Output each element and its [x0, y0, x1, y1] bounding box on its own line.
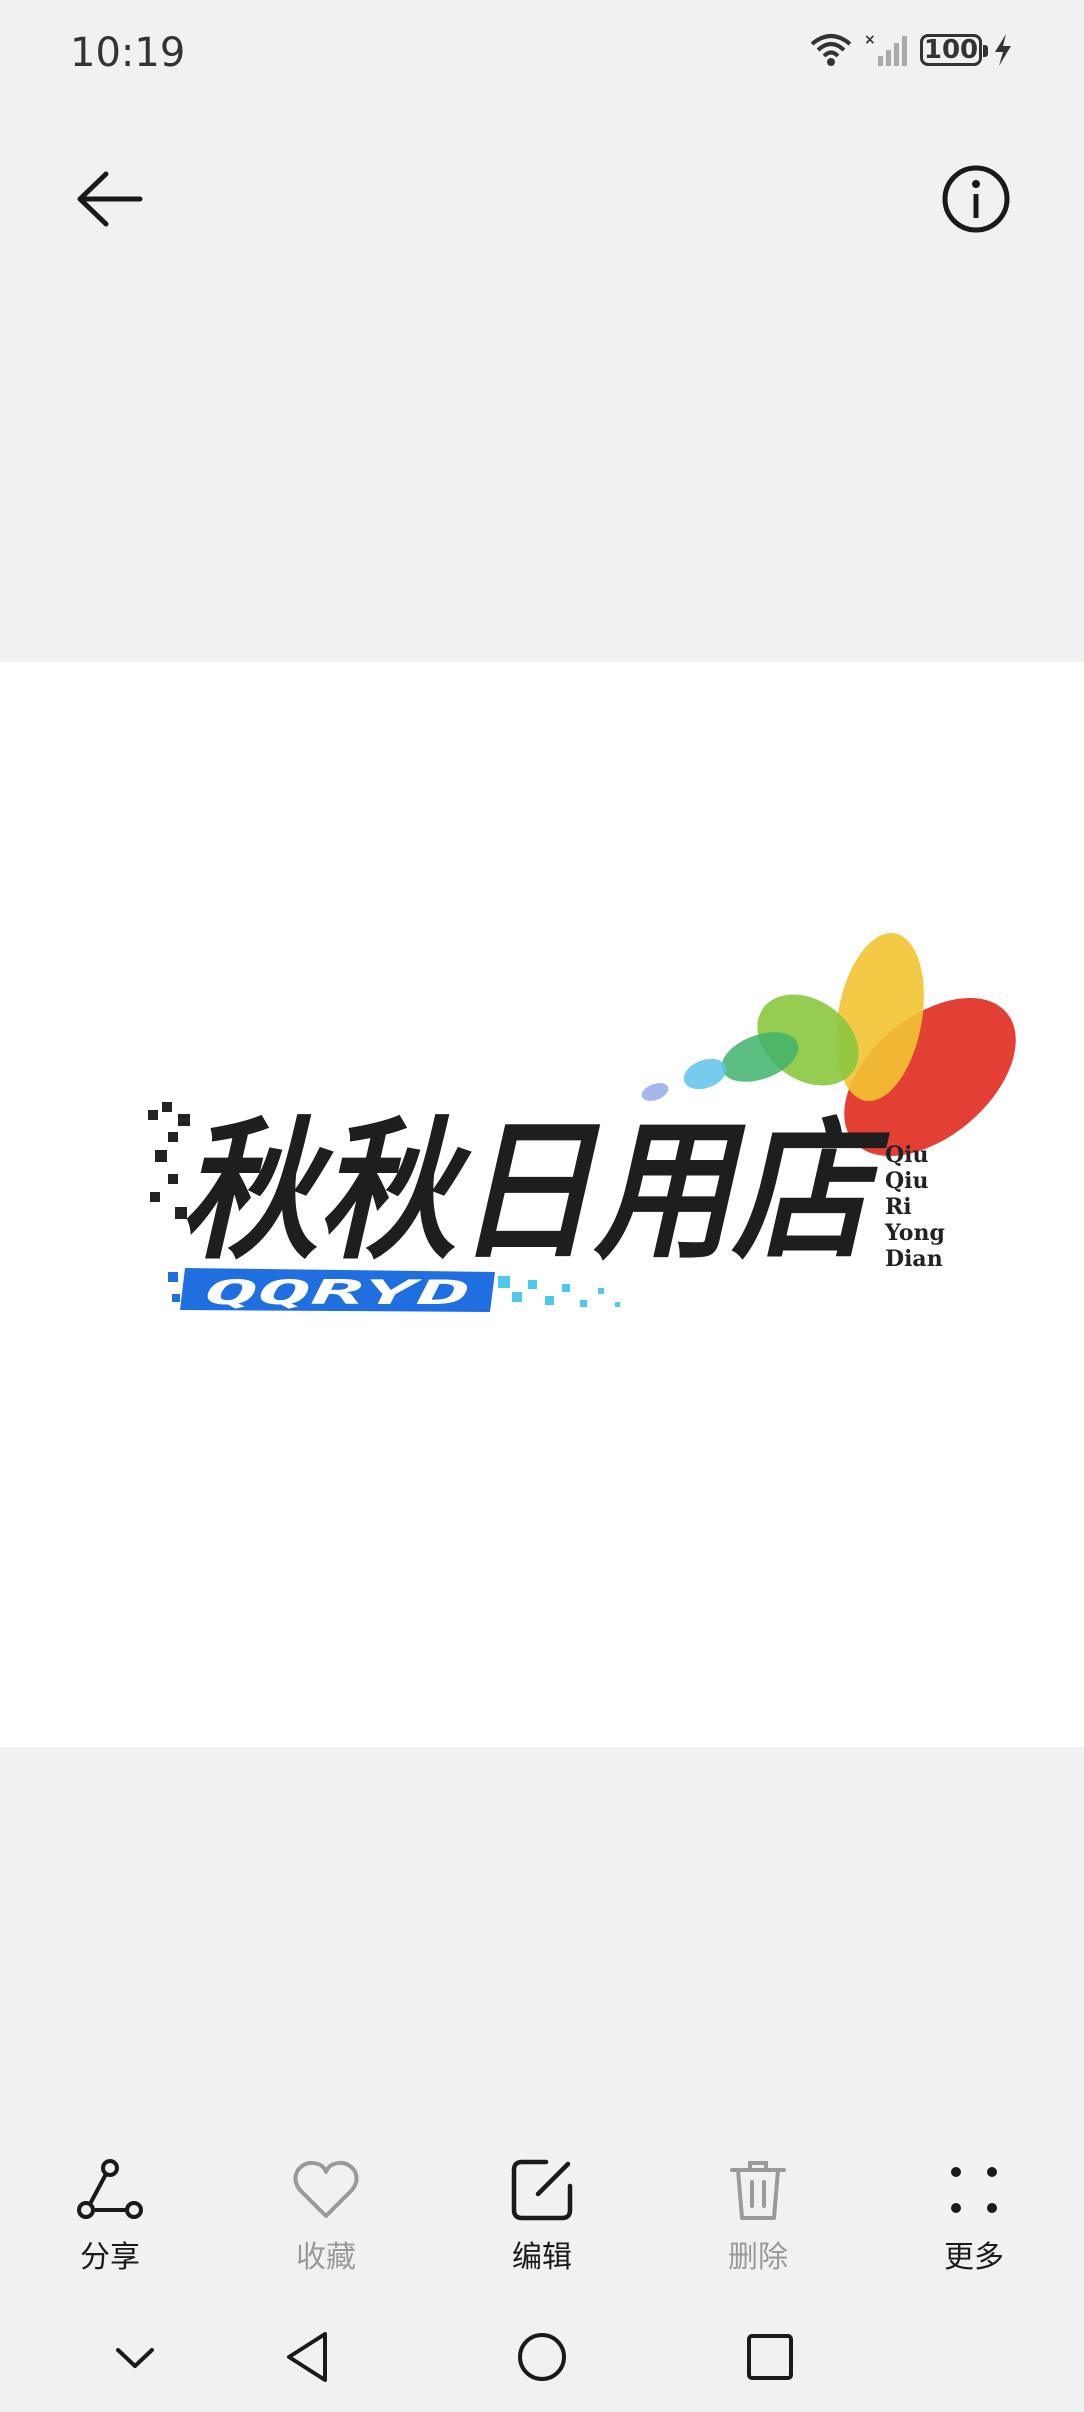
svg-text:×: × [864, 32, 876, 48]
chevron-down-icon[interactable] [100, 2322, 170, 2392]
info-icon[interactable] [929, 152, 1024, 247]
battery-level: 100 [923, 35, 979, 65]
edit-label: 编辑 [512, 2240, 572, 2275]
trash-icon [730, 2161, 786, 2220]
logo-title: 秋秋日用店 [180, 1103, 890, 1280]
back-arrow-icon[interactable] [60, 152, 155, 247]
nav-recents-icon[interactable] [735, 2322, 805, 2392]
favorite-button[interactable]: 收藏 [246, 2154, 406, 2284]
status-time: 10:19 [70, 30, 186, 76]
status-icons: × 100 [808, 32, 1014, 68]
battery-icon: 100 [920, 34, 988, 66]
nav-back-icon[interactable] [275, 2322, 345, 2392]
share-label: 分享 [80, 2240, 140, 2275]
bottom-toolbar: 分享 收藏 编辑 删除 更多 [0, 2140, 1084, 2280]
wifi-icon [810, 34, 852, 66]
nav-home-icon[interactable] [507, 2322, 577, 2392]
charging-icon [995, 34, 1011, 66]
status-bar: 10:19 × 100 [0, 0, 1084, 110]
edit-icon [511, 2159, 573, 2221]
logo-pinyin-5: Dian [885, 1246, 943, 1272]
logo-banner-text: QQRYD [205, 1273, 470, 1313]
system-nav-bar [0, 2300, 1084, 2412]
delete-label: 删除 [728, 2240, 788, 2275]
more-button[interactable]: 更多 [894, 2154, 1054, 2284]
logo-pinyin-1: Qiu [885, 1142, 929, 1168]
signal-icon: × [864, 32, 907, 66]
share-button[interactable]: 分享 [30, 2154, 190, 2284]
edit-button[interactable]: 编辑 [462, 2154, 622, 2284]
share-icon [77, 2159, 143, 2219]
logo-pinyin-3: Ri [885, 1194, 912, 1220]
heart-icon [293, 2160, 359, 2218]
photo-viewer-image[interactable]: 秋秋日用店 Qiu Qiu Ri Yong Dian QQRYD [0, 662, 1084, 1747]
logo-pinyin-2: Qiu [885, 1168, 929, 1194]
more-grid-icon [951, 2167, 997, 2213]
delete-button[interactable]: 删除 [678, 2154, 838, 2284]
favorite-label: 收藏 [296, 2240, 356, 2275]
logo-pinyin-4: Yong [884, 1220, 945, 1246]
more-label: 更多 [944, 2240, 1004, 2275]
shop-logo-image: 秋秋日用店 Qiu Qiu Ri Yong Dian QQRYD [148, 932, 1016, 1313]
top-app-bar [0, 140, 1084, 250]
